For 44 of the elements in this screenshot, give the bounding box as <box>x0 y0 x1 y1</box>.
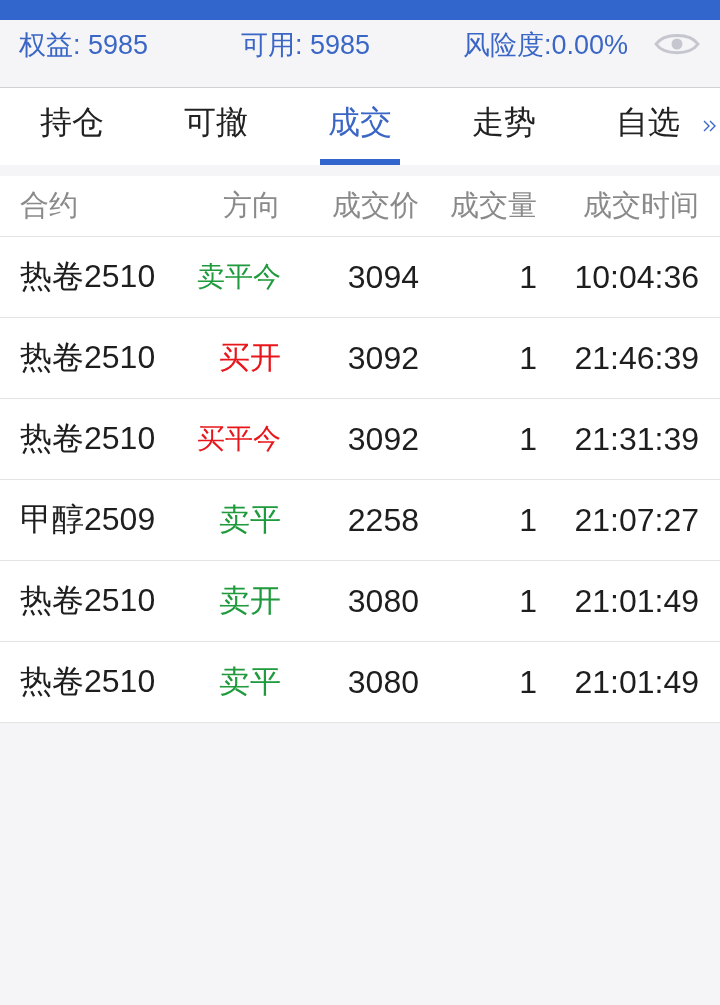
table-cell-text: 热卷2510 <box>20 662 157 701</box>
direction-cell-text: 卖平 <box>218 663 281 701</box>
table-cell-text: 2258 <box>346 501 419 539</box>
direction-cell-text: 卖平 <box>218 501 281 539</box>
table-cell-text: 1 <box>518 420 537 458</box>
table-cell-text: 3080 <box>346 582 419 620</box>
direction-cell-text: 卖开 <box>218 582 281 620</box>
table-cell-text: 1 <box>518 582 537 620</box>
column-header: 方向 <box>222 188 281 223</box>
account-stat: 权益: 5985 <box>19 29 150 62</box>
tab[interactable]: 成交 <box>288 88 432 165</box>
direction-cell-text: 买开 <box>218 339 281 377</box>
table-cell-text: 热卷2510 <box>20 419 157 458</box>
tab[interactable]: 走势 <box>432 88 576 165</box>
table-cell-text: 1 <box>518 258 537 296</box>
table-cell-text: 21:01:49 <box>573 663 699 701</box>
table-cell-text: 热卷2510 <box>20 581 157 620</box>
table-cell-text: 甲醇2509 <box>20 500 157 539</box>
table-cell-text: 3092 <box>346 339 419 377</box>
table-cell-text: 10:04:36 <box>573 258 699 296</box>
column-header: 成交价 <box>331 188 419 223</box>
account-stat: 风险度:0.00% <box>463 29 630 62</box>
table-cell-text: 1 <box>518 339 537 377</box>
table-cell-text: 21:46:39 <box>573 339 699 377</box>
double-chevron-icon[interactable] <box>703 119 717 133</box>
account-stat: 可用: 5985 <box>241 29 372 62</box>
table-cell-text: 21:31:39 <box>573 420 699 458</box>
table-cell-text: 1 <box>518 663 537 701</box>
table-cell-text: 21:01:49 <box>573 582 699 620</box>
table-cell-text: 1 <box>518 501 537 539</box>
direction-cell-text: 买平今 <box>196 422 281 456</box>
column-header: 成交时间 <box>582 188 699 223</box>
column-header: 成交量 <box>449 188 537 223</box>
column-header: 合约 <box>20 188 79 223</box>
table-cell-text: 21:07:27 <box>573 501 699 539</box>
table-cell-text: 3092 <box>346 420 419 458</box>
table-cell-text: 3080 <box>346 663 419 701</box>
tab[interactable]: 自选 <box>576 88 720 165</box>
tab[interactable]: 可撤 <box>144 88 288 165</box>
tab[interactable]: 持仓 <box>0 88 144 165</box>
direction-cell-text: 卖平今 <box>196 260 281 294</box>
table-cell-text: 热卷2510 <box>20 338 157 377</box>
table-cell-text: 3094 <box>346 258 419 296</box>
table-cell-text: 热卷2510 <box>20 257 157 296</box>
